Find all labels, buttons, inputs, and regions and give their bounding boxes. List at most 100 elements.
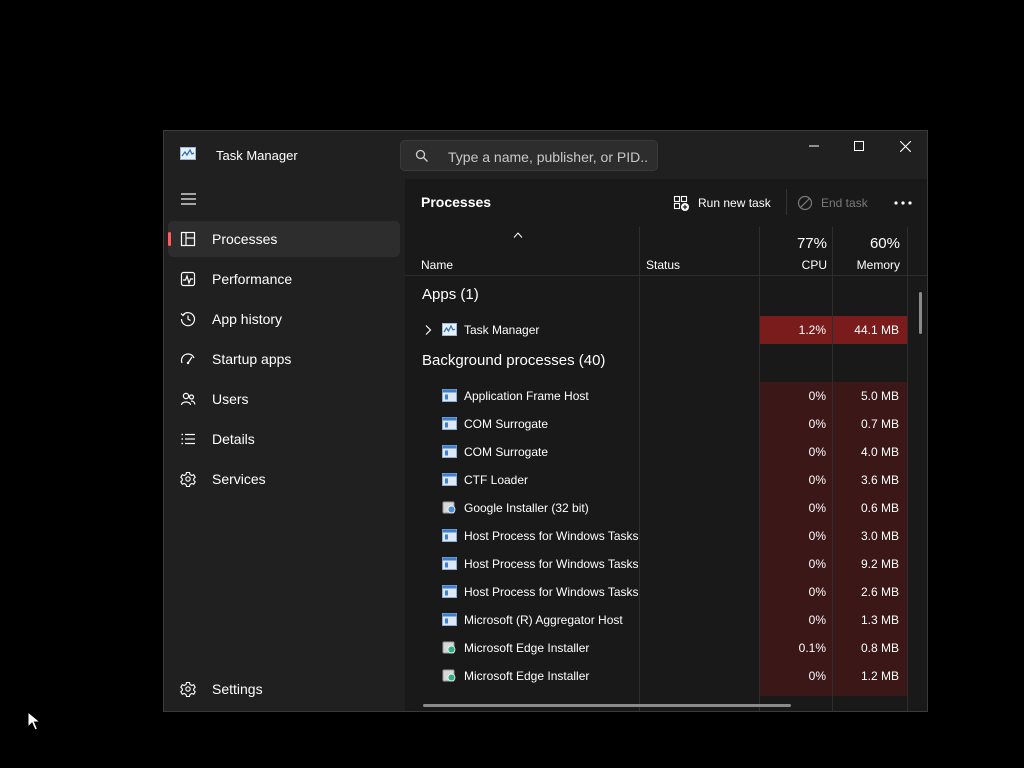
process-memory: 3.0 MB [860,529,899,543]
details-icon [181,433,195,445]
cpu-total-percent[interactable]: 77% [759,235,827,252]
close-button[interactable] [882,131,927,161]
table-row[interactable]: CTF Loader 0% 3.6 MB [405,466,927,494]
task-manager-window: Task Manager Type a name, publisher, or … [163,130,928,712]
table-row[interactable]: Host Process for Windows Tasks 0% 2.6 MB [405,578,927,606]
table-row[interactable]: Host Process for Windows Tasks 0% 3.0 MB [405,522,927,550]
column-header-name[interactable]: Name [421,258,453,272]
process-cpu: 0% [808,473,826,487]
memory-total-percent[interactable]: 60% [833,235,900,252]
close-icon [899,140,911,152]
table-row[interactable]: Microsoft Edge Installer 0.1% 0.8 MB [405,634,927,662]
vertical-scrollbar[interactable] [919,292,922,334]
process-name: CTF Loader [464,473,529,487]
processes-icon [180,231,196,247]
table-row[interactable]: Microsoft (R) Aggregator Host 0% 1.3 MB [405,606,927,634]
minimize-icon [809,145,819,147]
table-row[interactable]: Microsoft Edge Installer 0% 1.2 MB [405,662,927,690]
process-memory: 0.8 MB [860,641,899,655]
maximize-button[interactable] [836,131,882,161]
process-name: Host Process for Windows Tasks [464,529,639,543]
sidebar-item-label: Performance [212,271,293,287]
app-title: Task Manager [216,148,298,163]
mouse-cursor-icon [27,711,41,731]
process-name: COM Surrogate [464,445,549,459]
end-task-button[interactable]: End task [797,193,868,213]
performance-icon [180,271,196,287]
toolbar-divider [786,189,787,215]
sidebar-item-processes[interactable]: Processes [168,221,400,257]
column-header-memory[interactable]: Memory [833,258,900,272]
process-name: Microsoft (R) Aggregator Host [464,613,623,627]
process-name: COM Surrogate [464,417,549,431]
group-header-apps: Apps (1) [422,286,479,303]
title-bar: Task Manager [164,131,927,179]
process-window-icon [442,613,457,626]
process-memory: 1.3 MB [860,613,899,627]
horizontal-scrollbar[interactable] [423,704,791,707]
sidebar-item-label: App history [212,311,283,327]
task-manager-app-icon [180,147,196,160]
maximize-icon [854,141,864,151]
process-window-icon [442,417,457,430]
sidebar-nav: Processes Performance App history Startu… [168,221,400,501]
process-cpu: 0% [808,501,826,515]
table-row[interactable]: Host Process for Windows Tasks 0% 9.2 MB [405,550,927,578]
sidebar-item-users[interactable]: Users [168,381,400,417]
sidebar-item-label: Startup apps [212,351,292,367]
process-name: Task Manager [464,323,540,337]
process-memory: 2.6 MB [860,585,899,599]
table-row[interactable]: Google Installer (32 bit) 0% 0.6 MB [405,494,927,522]
task-manager-process-icon [442,323,457,336]
process-cpu: 0% [808,557,826,571]
table-row[interactable]: COM Surrogate 0% 0.7 MB [405,410,927,438]
run-new-task-button[interactable]: Run new task [673,193,771,213]
hamburger-menu-icon[interactable] [180,191,198,207]
process-memory: 0.6 MB [860,501,899,515]
column-header-cpu[interactable]: CPU [759,258,827,272]
minimize-button[interactable] [791,131,837,161]
edge-installer-icon [442,641,456,654]
active-indicator [168,232,171,246]
search-box[interactable] [400,140,658,171]
sidebar-item-label: Users [212,391,249,407]
table-row[interactable]: Task Manager 1.2% 44.1 MB [405,316,927,344]
table-row[interactable]: COM Surrogate 0% 4.0 MB [405,438,927,466]
processes-panel: Processes Run new task End task Name Sta… [405,179,927,711]
process-memory: 44.1 MB [854,323,899,337]
process-cpu: 0% [808,389,826,403]
process-cpu: 0% [808,417,826,431]
sidebar-item-settings[interactable]: Settings [168,671,400,707]
more-options-icon[interactable] [893,193,913,213]
sidebar-item-performance[interactable]: Performance [168,261,400,297]
column-header: Name Status 77% CPU 60% Memory [405,227,927,276]
search-input[interactable] [446,146,650,168]
column-header-status[interactable]: Status [646,258,680,272]
startup-apps-icon [180,353,195,365]
sidebar-item-details[interactable]: Details [168,421,400,457]
process-name: Google Installer (32 bit) [464,501,589,515]
sidebar-item-services[interactable]: Services [168,461,400,497]
group-header-background: Background processes (40) [422,352,606,369]
process-cpu: 0% [808,445,826,459]
process-cpu: 0% [808,529,826,543]
page-title: Processes [421,194,492,210]
run-new-task-icon [673,195,689,211]
process-memory: 1.2 MB [860,669,899,683]
process-memory: 3.6 MB [860,473,899,487]
settings-label: Settings [212,681,263,697]
process-list: Apps (1) Task Manager 1.2% 44.1 MB Backg… [405,276,927,696]
search-icon [415,149,428,162]
sidebar-item-app-history[interactable]: App history [168,301,400,337]
sidebar-item-startup-apps[interactable]: Startup apps [168,341,400,377]
process-cpu: 0% [808,613,826,627]
sort-ascending-icon [513,232,523,238]
sidebar-item-label: Services [212,471,266,487]
process-name: Host Process for Windows Tasks [464,585,639,599]
sidebar-item-label: Details [212,431,255,447]
settings-gear-icon [180,681,196,697]
end-task-icon [797,195,813,211]
table-row[interactable]: Application Frame Host 0% 5.0 MB [405,382,927,410]
process-cpu: 0.1% [798,641,826,655]
chevron-right-icon[interactable] [423,324,433,336]
